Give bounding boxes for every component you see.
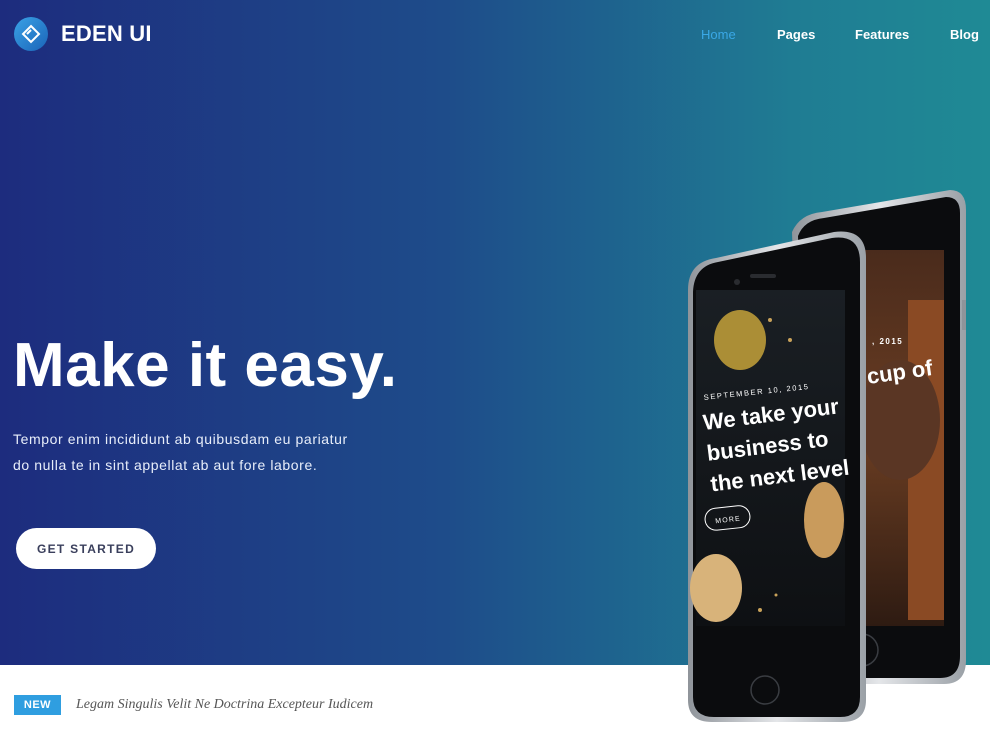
back-phone-date: , 2015 <box>872 337 903 346</box>
front-phone: SEPTEMBER 10, 2015 We take your business… <box>688 231 866 722</box>
phone-mockups: , 2015 cup of SEPTEMBER 10, 2015 We take… <box>688 190 966 722</box>
